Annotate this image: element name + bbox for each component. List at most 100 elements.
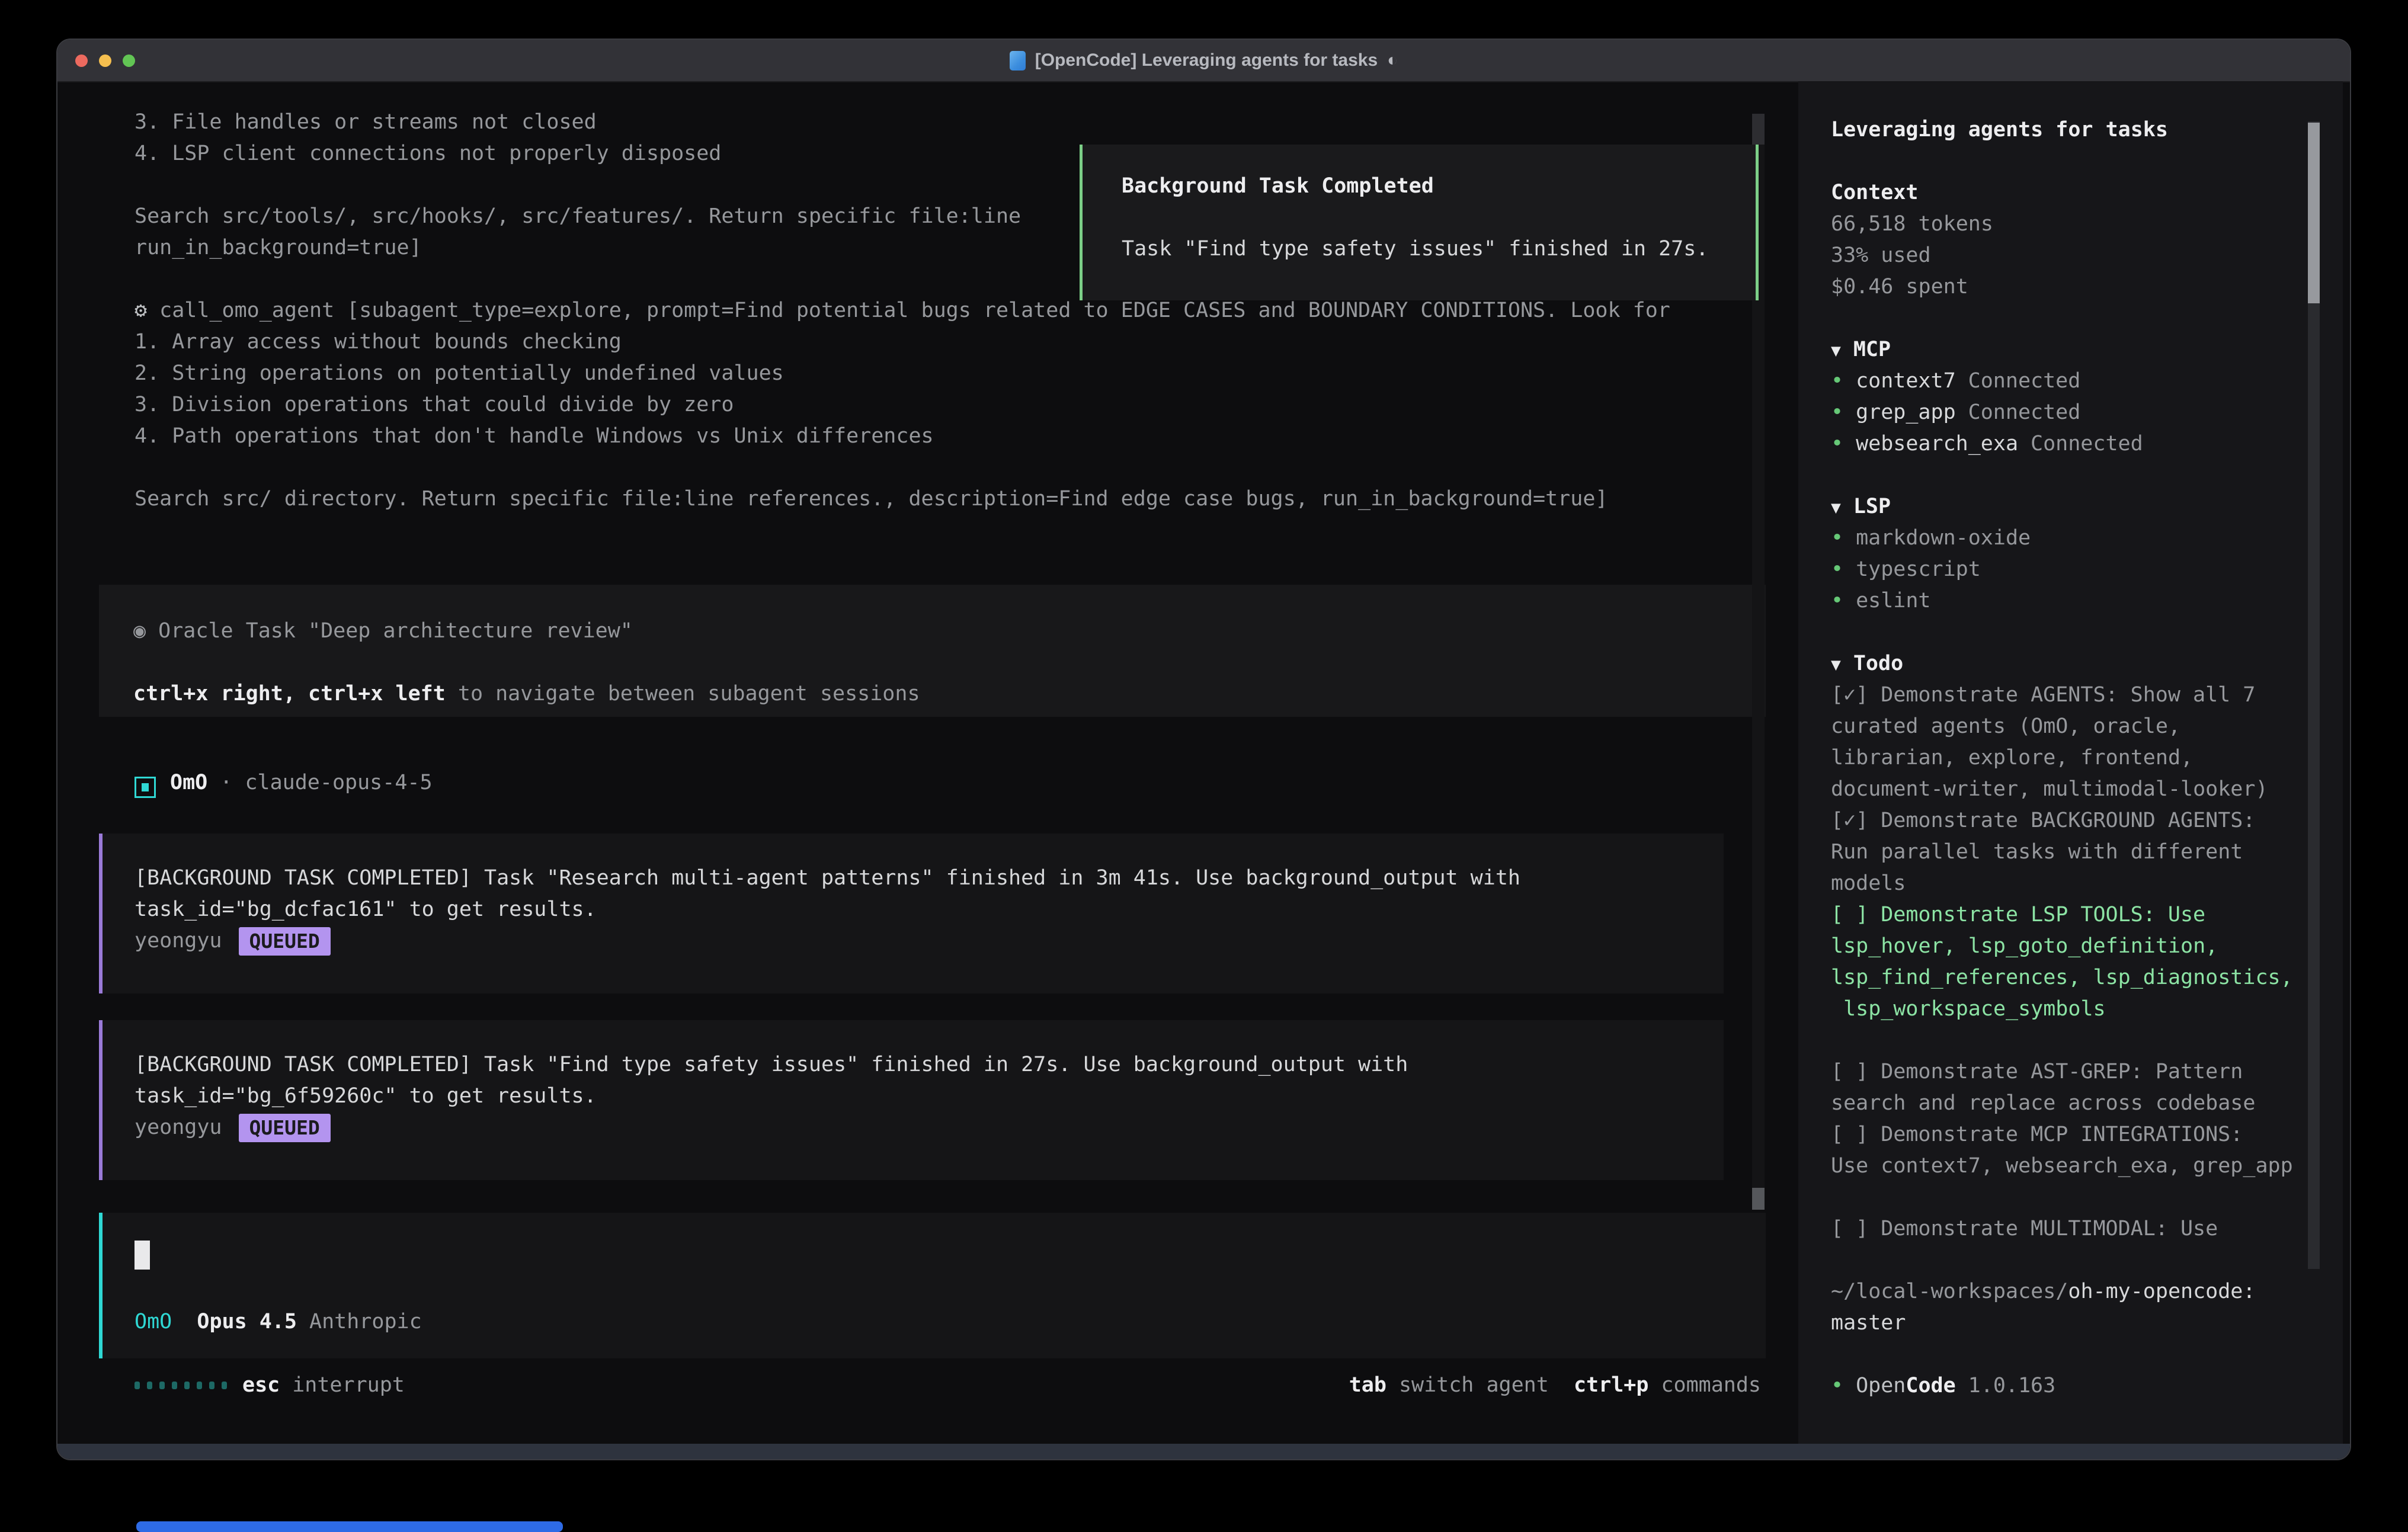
checkbox-empty-icon: [ ]	[1831, 903, 1868, 927]
context-heading: Context	[1831, 177, 2305, 209]
context-tokens: 66,518 tokens	[1831, 209, 2305, 240]
oracle-task-title: ◉ Oracle Task "Deep architecture review"	[133, 616, 1766, 647]
output-line: 2. String operations on potentially unde…	[135, 358, 1758, 389]
mcp-name: websearch_exa	[1856, 432, 2018, 456]
status-dot-icon: •	[1831, 369, 1843, 393]
main-scrollbar-thumb-bottom[interactable]	[1752, 1188, 1765, 1210]
commands-key-label: commands	[1661, 1370, 1761, 1401]
checkbox-checked-icon: [✓]	[1831, 683, 1868, 707]
lsp-item: •markdown-oxide	[1831, 523, 2305, 554]
mcp-status: Connected	[1968, 400, 2081, 424]
record-icon: ◉	[133, 619, 146, 643]
todo-item-done: [✓]Demonstrate AGENTS: Show all 7 curate…	[1831, 680, 2305, 805]
lsp-name: typescript	[1856, 557, 1981, 581]
status-dot-icon: •	[1831, 1374, 1843, 1398]
app-name-bold: Code	[1906, 1374, 1955, 1398]
blank-line	[1831, 1339, 2305, 1370]
context-used: 33% used	[1831, 240, 2305, 271]
lsp-name: eslint	[1856, 589, 1930, 613]
mcp-status: Connected	[1968, 369, 2081, 393]
tab-key-label: switch agent	[1399, 1370, 1549, 1401]
todo-item-open: [ ]Demonstrate AST-GREP: Pattern search …	[1831, 1056, 2305, 1119]
session-sidebar: Leveraging agents for tasks Context 66,5…	[1798, 81, 2343, 1446]
active-model-name: Opus 4.5	[197, 1310, 297, 1334]
agent-header: OmO · claude-opus-4-5	[135, 767, 433, 799]
blank-line	[135, 452, 1758, 483]
chevron-down-icon: ▼	[1831, 341, 1841, 360]
app-name-dim: Open	[1856, 1374, 1906, 1398]
path-prefix: ~/local-workspaces/	[1831, 1280, 2068, 1303]
opencode-window: [OpenCode] Leveraging agents for tasks ◐…	[56, 39, 2351, 1460]
mcp-name: context7	[1856, 369, 1956, 393]
agent-model: claude-opus-4-5	[245, 771, 432, 794]
mcp-item: • grep_app Connected	[1831, 397, 2305, 428]
desktop: [OpenCode] Leveraging agents for tasks ◐…	[0, 0, 2408, 1532]
mcp-section-header[interactable]: ▼MCP	[1831, 334, 2305, 366]
mcp-item: •websearch_exaConnected	[1831, 428, 2305, 460]
toast-notification[interactable]: Background Task Completed Task "Find typ…	[1080, 145, 1759, 300]
checkbox-checked-icon: [✓]	[1831, 809, 1868, 832]
mcp-name: grep_app	[1856, 400, 1956, 424]
task-message-line: [BACKGROUND TASK COMPLETED] Task "Find t…	[135, 1049, 1724, 1081]
separator-dot: ·	[220, 771, 232, 794]
status-badge: QUEUED	[239, 1114, 331, 1142]
task-message-line: [BACKGROUND TASK COMPLETED] Task "Resear…	[135, 863, 1724, 894]
sidebar-scrollbar-thumb[interactable]	[2308, 123, 2320, 303]
document-icon	[1010, 51, 1026, 70]
todo-item-open: [ ]Demonstrate MCP INTEGRATIONS: Use con…	[1831, 1119, 2305, 1182]
active-agent-name: OmO	[135, 1310, 172, 1334]
lsp-section-header[interactable]: ▼LSP	[1831, 491, 2305, 523]
blank-line	[1831, 460, 2305, 491]
provider-name: Anthropic	[309, 1310, 422, 1334]
username: yeongyu	[135, 929, 222, 953]
mcp-item: • context7 Connected	[1831, 366, 2305, 397]
task-message-line: task_id="bg_dcfac161" to get results.	[135, 894, 1724, 925]
commands-key-hint: ctrl+p	[1574, 1370, 1648, 1401]
todo-item-done: [✓]Demonstrate BACKGROUND AGENTS: Run pa…	[1831, 805, 2305, 899]
chevron-down-icon: ▼	[1831, 498, 1841, 517]
session-progress-icon: ◐	[1387, 50, 1398, 70]
shortcut-keys: ctrl+x right, ctrl+x left	[133, 682, 446, 706]
checkbox-empty-icon: [ ]	[1831, 1060, 1868, 1084]
session-title: Leveraging agents for tasks	[1831, 114, 2305, 146]
sidebar-content: Leveraging agents for tasks Context 66,5…	[1831, 114, 2305, 1402]
titlebar[interactable]: [OpenCode] Leveraging agents for tasks ◐	[57, 40, 2350, 82]
spinner-icon	[135, 1382, 227, 1389]
model-info-row: OmO Opus 4.5 Anthropic	[135, 1306, 422, 1338]
todo-section-header[interactable]: ▼Todo	[1831, 648, 2305, 680]
branch-name: master	[1831, 1307, 2305, 1339]
status-dot-icon: •	[1831, 557, 1843, 581]
checkbox-empty-icon: [ ]	[1831, 1123, 1868, 1146]
status-badge: QUEUED	[239, 927, 331, 956]
blank-line	[1831, 146, 2305, 177]
task-message-meta: yeongyu QUEUED	[135, 1112, 1724, 1143]
task-message-line: task_id="bg_6f59260c" to get results.	[135, 1081, 1724, 1112]
version-number: 1.0.163	[1968, 1374, 2056, 1398]
window-title: [OpenCode] Leveraging agents for tasks	[1035, 50, 1378, 70]
prompt-input[interactable]: OmO Opus 4.5 Anthropic	[99, 1213, 1766, 1358]
lsp-name: markdown-oxide	[1856, 526, 2031, 550]
main-scrollbar-thumb[interactable]	[1752, 114, 1765, 145]
shortcut-label: to navigate between subagent sessions	[446, 682, 920, 706]
checkbox-empty-icon: [ ]	[1831, 1217, 1868, 1241]
lsp-item: • typescript	[1831, 554, 2305, 585]
dock-indicator	[136, 1521, 563, 1532]
esc-key-label: interrupt	[292, 1370, 405, 1401]
agent-name: OmO	[170, 771, 207, 794]
text-cursor	[135, 1241, 150, 1270]
lsp-item: • eslint	[1831, 585, 2305, 617]
gear-icon: ⚙	[135, 299, 147, 322]
notification-body: Task "Find type safety issues" finished …	[1122, 233, 1756, 265]
status-dot-icon: •	[1831, 432, 1843, 456]
tab-key-hint: tab	[1349, 1370, 1386, 1401]
repo-name: oh-my-opencode:	[2068, 1280, 2255, 1303]
esc-key-hint: esc	[242, 1370, 280, 1401]
tool-call-text: call_omo_agent [subagent_type=explore, p…	[159, 299, 1670, 322]
status-dot-icon: •	[1831, 589, 1843, 613]
status-dot-icon: •	[1831, 400, 1843, 424]
task-message-meta: yeongyu QUEUED	[135, 925, 1724, 957]
blank-line	[133, 647, 1766, 678]
notification-title: Background Task Completed	[1122, 171, 1756, 202]
username: yeongyu	[135, 1116, 222, 1139]
app-version: • OpenCode 1.0.163	[1831, 1370, 2305, 1402]
